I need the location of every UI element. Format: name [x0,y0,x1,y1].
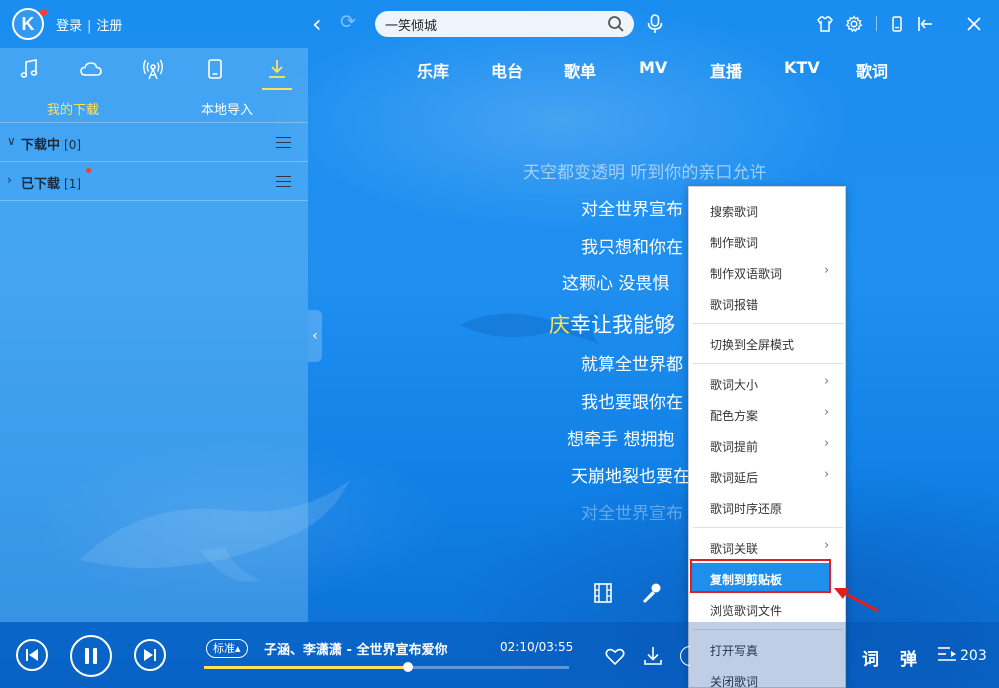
danmu-button[interactable]: 弹 [900,645,917,670]
tab-my-downloads[interactable]: 我的下载 [47,99,99,118]
menu-item-lyrics-size[interactable]: 歌词大小 › [689,368,845,398]
title-bar: K 登录 | 注册 ‹ ⟳ [0,0,999,48]
menu-item-make-lyrics[interactable]: 制作歌词 [689,226,845,256]
lyric-line: 我只想和你在 [581,238,683,258]
menu-item-report-lyrics[interactable]: 歌词报错 [689,288,845,318]
notification-dot [40,9,47,16]
section-downloaded[interactable]: › 已下载 [1] [0,161,308,201]
menu-item-fullscreen[interactable]: 切换到全屏模式 [689,328,845,358]
login-area: 登录 | 注册 [56,19,123,34]
login-link[interactable]: 登录 [56,19,82,34]
music-note-icon[interactable] [17,57,41,81]
annotation-arrow [834,588,879,613]
chevron-right-icon: › [824,538,830,553]
playlist-icon[interactable] [936,644,958,666]
tab-radio[interactable]: 电台 [491,58,523,82]
lyric-line: 就算全世界都 [581,355,683,375]
left-panel-icon-bar [0,48,308,90]
menu-divider [693,363,843,364]
previous-icon [26,649,38,661]
lyric-line: 我也要跟你在 [581,393,683,413]
search-icon[interactable] [606,14,626,34]
minimize-icon[interactable] [916,15,934,33]
lyric-current-line: 庆幸让我能够 [549,313,675,337]
menu-item-make-bilingual-lyrics[interactable]: 制作双语歌词 › [689,257,845,287]
left-panel: 我的下载 本地导入 ∨ 下载中 [0] › 已下载 [1] [0,48,308,622]
title-divider [876,16,877,31]
lyrics-context-menu: 搜索歌词 制作歌词 制作双语歌词 › 歌词报错 切换到全屏模式 歌词大小 › 配色方… [688,186,846,688]
annotation-highlight-box [690,559,831,593]
section-menu-icon[interactable] [276,176,291,187]
radio-antenna-icon[interactable] [141,57,165,81]
active-tab-indicator [262,88,292,90]
close-icon[interactable] [966,16,982,32]
desktop-lyrics-button[interactable]: 词 [862,645,879,670]
refresh-icon[interactable]: ⟳ [340,11,356,33]
microphone-icon[interactable] [640,582,664,604]
playlist-count[interactable]: 203 [960,648,987,664]
register-link[interactable]: 注册 [96,19,122,34]
chevron-right-icon: › [824,374,830,389]
menu-item-browse-lyrics-file[interactable]: 浏览歌词文件 [689,594,845,624]
lyric-line: 想牵手 想拥抱 [567,430,675,450]
section-menu-icon[interactable] [276,137,291,148]
chevron-right-icon: › [824,405,830,420]
settings-gear-icon[interactable] [845,15,863,33]
mini-mode-icon[interactable] [890,15,904,33]
menu-item-lyrics-delay[interactable]: 歌词延后 › [689,461,845,491]
next-button[interactable] [134,639,166,671]
song-title[interactable]: 子涵、李潇潇 - 全世界宣布爱你 [264,639,454,658]
cloud-icon[interactable] [79,57,103,81]
tab-lyrics[interactable]: 歌词 [856,58,888,82]
section-downloading[interactable]: ∨ 下载中 [0] [0,122,308,162]
tab-local-import[interactable]: 本地导入 [201,99,253,118]
new-badge-dot [86,168,91,173]
progress-fill [204,666,408,669]
tab-playlists[interactable]: 歌单 [564,58,596,82]
menu-item-search-lyrics[interactable]: 搜索歌词 [689,195,845,225]
chevron-right-icon: › [824,467,830,482]
previous-button[interactable] [16,639,48,671]
main-nav: 乐库 电台 歌单 MV 直播 KTV 歌词 [400,58,900,82]
device-icon[interactable] [203,57,227,81]
tab-ktv[interactable]: KTV [784,58,820,77]
download-icon[interactable] [265,57,289,81]
menu-item-reset-timing[interactable]: 歌词时序还原 [689,492,845,522]
search-input[interactable] [375,11,634,37]
pause-button[interactable] [70,635,112,677]
pause-icon [85,648,97,664]
download-icon[interactable] [642,645,664,667]
chevron-right-icon: › [7,173,12,187]
heart-icon[interactable] [604,645,626,667]
back-icon[interactable]: ‹ [312,10,322,38]
voice-search-icon[interactable] [645,13,665,35]
film-icon[interactable] [592,582,614,604]
lyric-line: 天崩地裂也要在 [571,467,690,487]
tab-library[interactable]: 乐库 [417,58,449,82]
progress-slider[interactable] [204,662,569,672]
lyric-line: 对全世界宣布 [581,200,683,220]
lyric-line: 天空都变透明 听到你的亲口允许 [523,163,767,183]
menu-item-lyrics-advance[interactable]: 歌词提前 › [689,430,845,460]
menu-divider [693,527,843,528]
menu-item-color-scheme[interactable]: 配色方案 › [689,399,845,429]
quality-selector[interactable]: 标准▴ [206,639,248,658]
menu-divider [693,323,843,324]
skin-icon[interactable] [816,15,834,33]
menu-item-lyrics-link[interactable]: 歌词关联 › [689,532,845,562]
chevron-right-icon: › [824,436,830,451]
lyric-line: 这颗心 没畏惧 [562,274,670,294]
progress-knob[interactable] [402,662,413,672]
chevron-right-icon: › [824,263,830,278]
lyric-line: 对全世界宣布 [581,504,683,524]
play-time: 02:10/03:55 [500,640,574,654]
next-icon [144,649,156,661]
tab-live[interactable]: 直播 [710,58,742,82]
download-tabs: 我的下载 本地导入 [0,92,308,124]
tab-mv[interactable]: MV [639,58,667,77]
collapse-panel-handle[interactable]: ‹ [308,310,322,362]
chevron-down-icon: ∨ [7,134,16,148]
